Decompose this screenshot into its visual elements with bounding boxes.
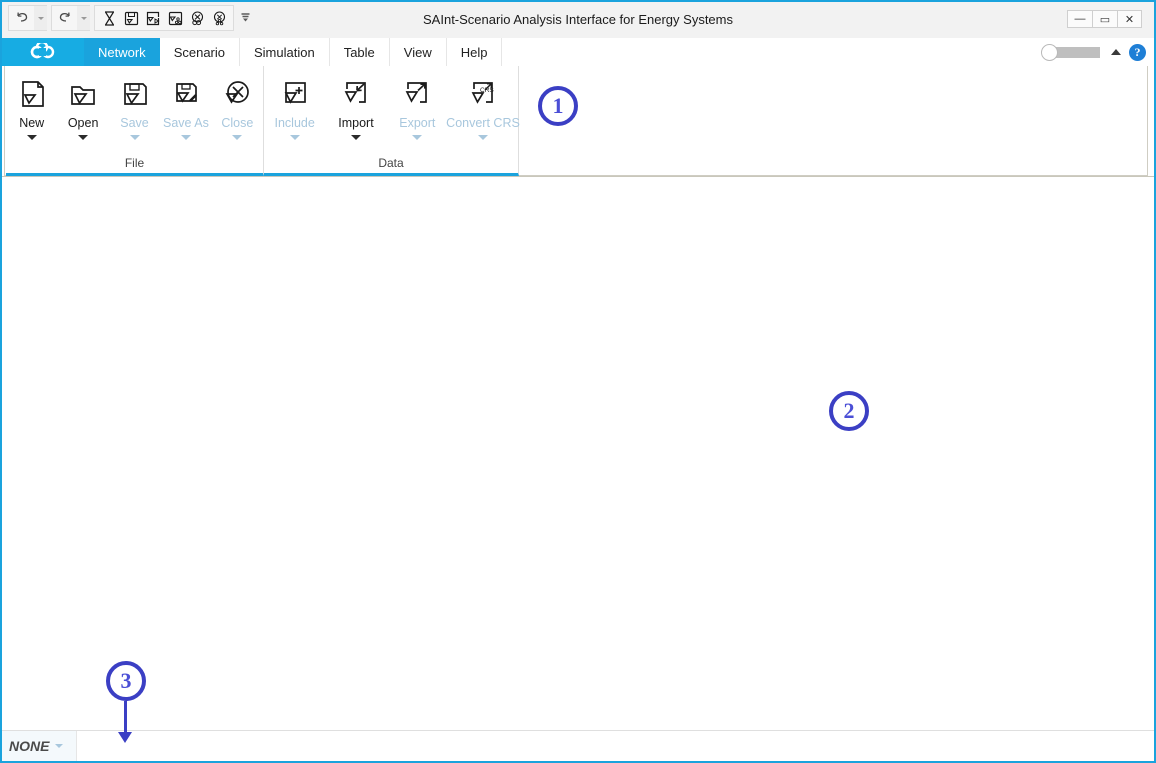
save-dropdown-caret-icon bbox=[129, 135, 140, 140]
convert-crs-button-label: Convert CRS bbox=[446, 116, 520, 130]
tab-view[interactable]: View bbox=[389, 38, 447, 66]
convert-crs-dropdown-caret-icon bbox=[477, 135, 488, 140]
save-network-icon[interactable] bbox=[120, 6, 142, 30]
help-question-icon[interactable]: ? bbox=[1129, 43, 1146, 61]
infinity-logo-icon bbox=[30, 43, 55, 59]
undo-arrow-icon bbox=[16, 12, 27, 22]
app-logo-button[interactable] bbox=[2, 38, 84, 66]
network-selector-value: NONE bbox=[9, 738, 50, 754]
include-button: Include bbox=[264, 74, 325, 140]
toggle-knob bbox=[1041, 43, 1058, 61]
save-as-button-label: Save As bbox=[162, 116, 209, 130]
save-button-label: Save bbox=[120, 116, 149, 130]
ribbon-panel: New Open Save Save As Close File Include… bbox=[2, 66, 1154, 177]
network-selector-caret-icon[interactable] bbox=[55, 744, 64, 748]
close-network-button: Close bbox=[212, 74, 263, 140]
save-scenario-icon[interactable] bbox=[164, 6, 186, 30]
tab-table[interactable]: Table bbox=[329, 38, 390, 66]
tab-simulation[interactable]: Simulation bbox=[240, 38, 330, 66]
ribbon-group-data-label: Data bbox=[378, 156, 404, 170]
title-bar: SAInt-Scenario Analysis Interface for En… bbox=[2, 2, 1154, 38]
redo-dropdown-caret[interactable] bbox=[77, 5, 90, 31]
application-window: SAInt-Scenario Analysis Interface for En… bbox=[0, 0, 1156, 763]
open-folder-icon bbox=[66, 74, 100, 114]
include-dropdown-caret-icon bbox=[289, 135, 300, 140]
tab-help[interactable]: Help bbox=[446, 38, 503, 66]
save-disk-icon bbox=[118, 74, 152, 114]
status-bar: NONE bbox=[2, 730, 1154, 761]
import-button[interactable]: Import bbox=[325, 74, 386, 140]
open-dropdown-caret-icon[interactable] bbox=[78, 135, 89, 140]
tab-network[interactable]: Network bbox=[84, 38, 160, 66]
convert-crs-icon: CRS bbox=[466, 74, 500, 114]
close-button[interactable]: ✕ bbox=[1117, 10, 1142, 28]
hourglass-icon[interactable] bbox=[98, 6, 120, 30]
include-plus-icon bbox=[278, 74, 312, 114]
export-dropdown-caret-icon bbox=[412, 135, 423, 140]
convert-crs-button: CRS Convert CRS bbox=[446, 74, 520, 140]
collapse-ribbon-chevron-up-icon[interactable] bbox=[1111, 49, 1121, 55]
redo-arrow-icon bbox=[59, 12, 70, 22]
open-button-label: Open bbox=[67, 116, 99, 130]
ribbon-group-file: New Open Save Save As Close File bbox=[6, 66, 264, 176]
save-as-dropdown-caret-icon bbox=[180, 135, 191, 140]
ribbon-group-data: Include Import Export CRS Convert CRS Da… bbox=[264, 66, 520, 176]
maximize-button[interactable]: ▭ bbox=[1092, 10, 1117, 28]
theme-toggle-switch[interactable] bbox=[1041, 43, 1103, 61]
import-button-label: Import bbox=[338, 116, 374, 130]
open-button[interactable]: Open bbox=[57, 74, 108, 140]
close-button-label: Close bbox=[221, 116, 254, 130]
close-network-icon[interactable] bbox=[186, 6, 208, 30]
include-button-label: Include bbox=[274, 116, 315, 130]
ribbon-tab-strip: Network Scenario Simulation Table View H… bbox=[2, 38, 1154, 66]
network-canvas[interactable] bbox=[2, 177, 1154, 730]
ribbon-group-data-items: Include Import Export CRS Convert CRS bbox=[264, 66, 520, 153]
ribbon-group-container: New Open Save Save As Close File Include… bbox=[6, 66, 520, 176]
tab-scenario[interactable]: Scenario bbox=[159, 38, 240, 66]
qat-overflow-caret-icon[interactable] bbox=[237, 5, 253, 31]
export-button-label: Export bbox=[399, 116, 436, 130]
quick-access-toolbar bbox=[8, 5, 253, 31]
new-dropdown-caret-icon[interactable] bbox=[26, 135, 37, 140]
annotation-badge-3: 3 bbox=[106, 661, 146, 701]
close-circle-icon bbox=[220, 74, 254, 114]
export-button: Export bbox=[387, 74, 448, 140]
annotation-badge-2: 2 bbox=[829, 391, 869, 431]
quick-access-tool-group bbox=[94, 5, 234, 31]
ribbon-group-file-label: File bbox=[124, 156, 145, 170]
status-bar-message-area bbox=[76, 731, 1154, 761]
minimize-button[interactable]: — bbox=[1067, 10, 1092, 28]
new-network-icon bbox=[15, 74, 49, 114]
network-selector-combobox[interactable]: NONE bbox=[2, 731, 76, 761]
export-arrow-icon bbox=[400, 74, 434, 114]
import-arrow-icon bbox=[339, 74, 373, 114]
toggle-track bbox=[1054, 46, 1100, 58]
close-dropdown-caret-icon bbox=[232, 135, 243, 140]
save-as-button: Save As bbox=[160, 74, 211, 140]
new-button[interactable]: New bbox=[6, 74, 57, 140]
undo-button[interactable] bbox=[8, 5, 34, 31]
annotation-arrow-3 bbox=[118, 701, 132, 743]
redo-button[interactable] bbox=[51, 5, 77, 31]
tab-strip-right-controls: ? bbox=[1041, 38, 1146, 66]
undo-dropdown-caret[interactable] bbox=[34, 5, 47, 31]
ribbon-group-file-items: New Open Save Save As Close bbox=[6, 66, 263, 153]
close-scenario-icon[interactable] bbox=[208, 6, 230, 30]
save-button: Save bbox=[109, 74, 160, 140]
window-controls: — ▭ ✕ bbox=[1067, 10, 1142, 28]
open-run-icon[interactable] bbox=[142, 6, 164, 30]
save-as-icon bbox=[169, 74, 203, 114]
annotation-badge-1: 1 bbox=[538, 86, 578, 126]
import-dropdown-caret-icon[interactable] bbox=[350, 135, 361, 140]
new-button-label: New bbox=[19, 116, 45, 130]
